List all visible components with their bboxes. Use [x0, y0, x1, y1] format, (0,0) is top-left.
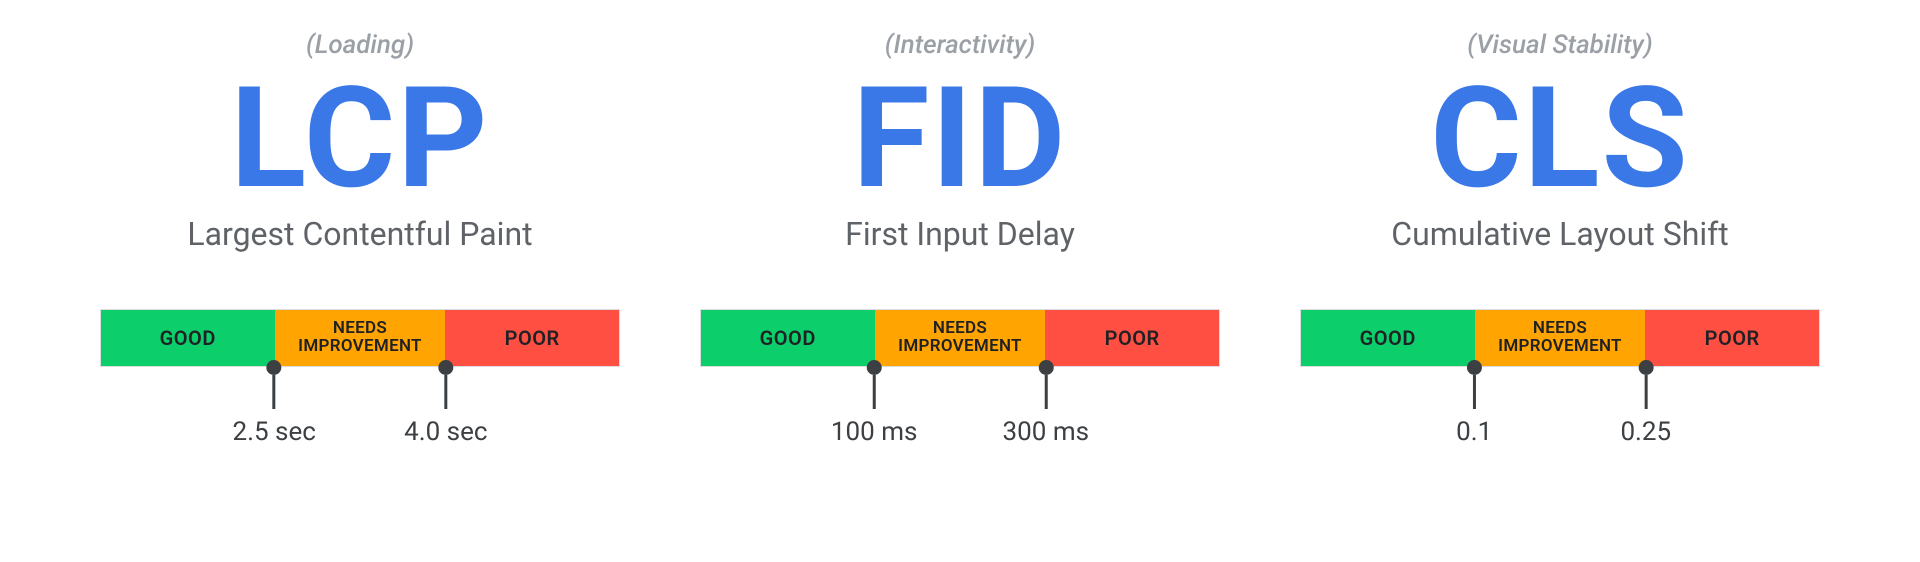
threshold-bar-segments: GOOD NEEDS IMPROVEMENT POOR: [100, 309, 620, 367]
tick-dot-icon: [867, 360, 882, 375]
tick-stem-icon: [1644, 375, 1647, 409]
threshold-bar-segments: GOOD NEEDS IMPROVEMENT POOR: [1300, 309, 1820, 367]
threshold-ticks: 2.5 sec 4.0 sec: [100, 367, 620, 447]
tick-stem-icon: [444, 375, 447, 409]
threshold-label: 4.0 sec: [404, 417, 487, 447]
threshold-tick: 0.1: [1456, 367, 1492, 447]
tick-dot-icon: [1638, 360, 1653, 375]
threshold-label: 0.25: [1620, 417, 1671, 447]
segment-needs-improvement: NEEDS IMPROVEMENT: [275, 310, 446, 366]
threshold-label: 0.1: [1456, 417, 1492, 447]
threshold-label: 100 ms: [831, 417, 918, 447]
metric-abbr: FID: [853, 66, 1068, 213]
tick-dot-icon: [1467, 360, 1482, 375]
tick-dot-icon: [267, 360, 282, 375]
metric-fullname: Largest Contentful Paint: [187, 215, 532, 253]
segment-poor: POOR: [1645, 310, 1819, 366]
threshold-label: 2.5 sec: [233, 417, 316, 447]
tick-stem-icon: [273, 375, 276, 409]
threshold-ticks: 0.1 0.25: [1300, 367, 1820, 447]
metric-lcp: (Loading) LCP Largest Contentful Paint G…: [100, 30, 620, 447]
metric-category: (Interactivity): [885, 30, 1035, 60]
threshold-bar: GOOD NEEDS IMPROVEMENT POOR 2.5 sec 4.0 …: [100, 309, 620, 447]
threshold-bar: GOOD NEEDS IMPROVEMENT POOR 0.1 0.25: [1300, 309, 1820, 447]
segment-poor: POOR: [1045, 310, 1219, 366]
segment-needs-improvement: NEEDS IMPROVEMENT: [875, 310, 1046, 366]
metric-fid: (Interactivity) FID First Input Delay GO…: [700, 30, 1220, 447]
metric-cls: (Visual Stability) CLS Cumulative Layout…: [1300, 30, 1820, 447]
threshold-ticks: 100 ms 300 ms: [700, 367, 1220, 447]
metric-category: (Visual Stability): [1467, 30, 1652, 60]
segment-good: GOOD: [701, 310, 875, 366]
threshold-bar-segments: GOOD NEEDS IMPROVEMENT POOR: [700, 309, 1220, 367]
threshold-tick: 4.0 sec: [404, 367, 487, 447]
threshold-label: 300 ms: [1003, 417, 1090, 447]
tick-stem-icon: [1044, 375, 1047, 409]
metrics-container: (Loading) LCP Largest Contentful Paint G…: [0, 0, 1920, 447]
tick-dot-icon: [1038, 360, 1053, 375]
segment-poor: POOR: [445, 310, 619, 366]
metric-fullname: Cumulative Layout Shift: [1391, 215, 1728, 253]
tick-dot-icon: [438, 360, 453, 375]
tick-stem-icon: [873, 375, 876, 409]
segment-good: GOOD: [101, 310, 275, 366]
threshold-tick: 300 ms: [1003, 367, 1090, 447]
threshold-tick: 2.5 sec: [233, 367, 316, 447]
segment-needs-improvement: NEEDS IMPROVEMENT: [1475, 310, 1646, 366]
metric-fullname: First Input Delay: [845, 215, 1075, 253]
metric-abbr: LCP: [230, 66, 489, 213]
threshold-tick: 100 ms: [831, 367, 918, 447]
tick-stem-icon: [1473, 375, 1476, 409]
segment-good: GOOD: [1301, 310, 1475, 366]
threshold-tick: 0.25: [1620, 367, 1671, 447]
threshold-bar: GOOD NEEDS IMPROVEMENT POOR 100 ms 300 m…: [700, 309, 1220, 447]
metric-abbr: CLS: [1430, 66, 1690, 213]
metric-category: (Loading): [306, 30, 414, 60]
